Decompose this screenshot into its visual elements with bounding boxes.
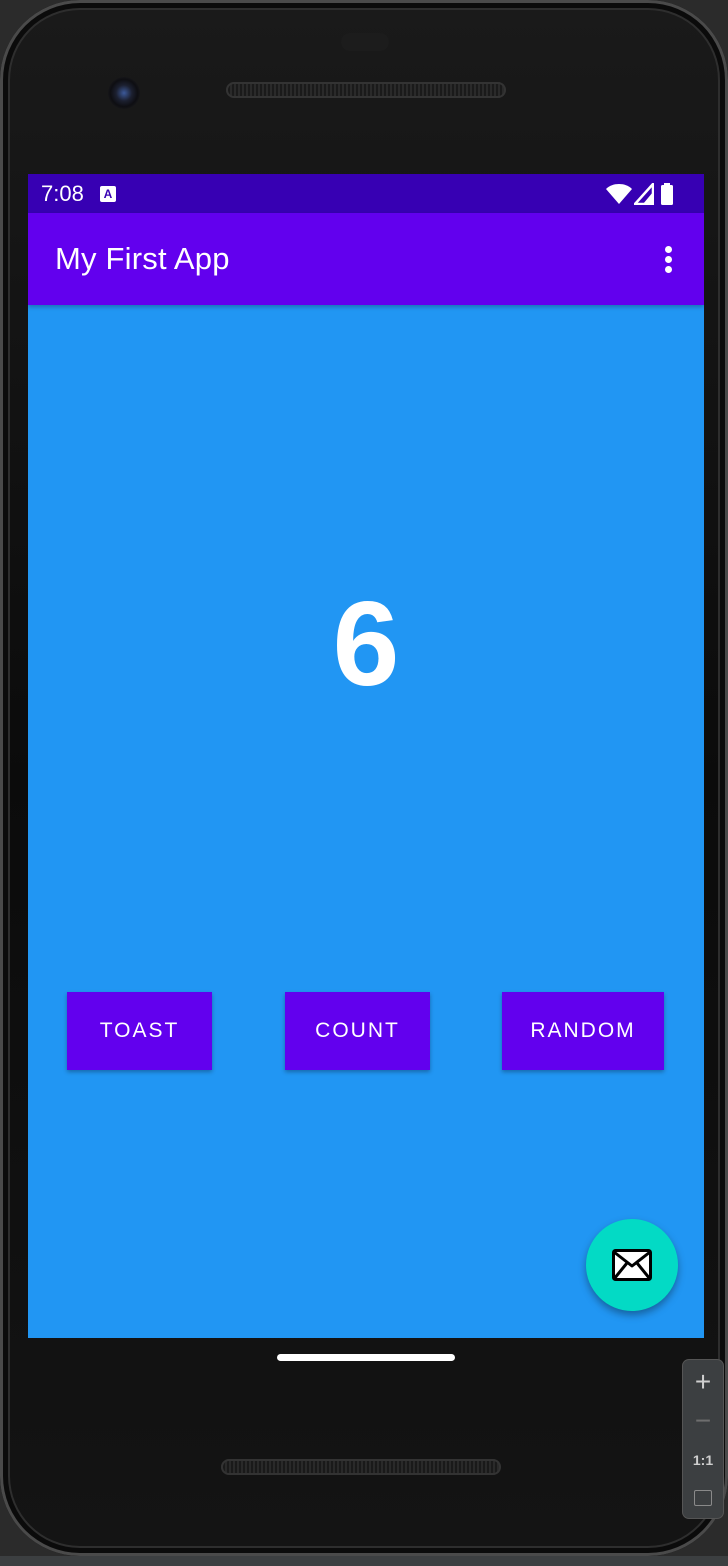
device-frame: 7:08 A My First App 6 TOAST COUNT RANDOM bbox=[0, 0, 728, 1556]
device-screen: 7:08 A My First App 6 TOAST COUNT RANDOM bbox=[28, 174, 704, 1338]
overflow-dot bbox=[665, 246, 672, 253]
fit-screen-button[interactable] bbox=[683, 1479, 723, 1517]
bottom-speaker bbox=[221, 1459, 501, 1475]
notification-a-icon: A bbox=[100, 186, 116, 202]
toast-button[interactable]: TOAST bbox=[67, 992, 212, 1070]
overflow-dot bbox=[665, 266, 672, 273]
count-button[interactable]: COUNT bbox=[285, 992, 430, 1070]
actual-size-button[interactable]: 1:1 bbox=[683, 1441, 723, 1479]
device-notch bbox=[341, 33, 389, 51]
status-bar: 7:08 A bbox=[28, 174, 704, 213]
cellular-signal-icon bbox=[634, 183, 654, 205]
status-time: 7:08 bbox=[41, 181, 84, 206]
home-gesture-bar[interactable] bbox=[277, 1354, 455, 1361]
zoom-out-button[interactable]: − bbox=[683, 1402, 723, 1440]
emulator-bottom-strip bbox=[0, 1556, 728, 1566]
earpiece-speaker bbox=[226, 82, 506, 98]
app-title: My First App bbox=[55, 241, 230, 276]
email-icon bbox=[612, 1249, 652, 1281]
front-camera bbox=[108, 77, 140, 109]
email-fab-button[interactable] bbox=[586, 1219, 678, 1311]
wifi-icon bbox=[606, 184, 632, 204]
app-bar: My First App bbox=[28, 213, 704, 305]
zoom-in-button[interactable]: + bbox=[683, 1363, 723, 1401]
fit-screen-icon bbox=[694, 1489, 712, 1506]
emulator-zoom-panel: + − 1:1 bbox=[683, 1360, 723, 1518]
random-button[interactable]: RANDOM bbox=[502, 992, 664, 1070]
more-vert-icon[interactable] bbox=[648, 239, 688, 279]
overflow-dot bbox=[665, 256, 672, 263]
battery-icon bbox=[661, 183, 673, 205]
count-text: 6 bbox=[332, 577, 400, 711]
